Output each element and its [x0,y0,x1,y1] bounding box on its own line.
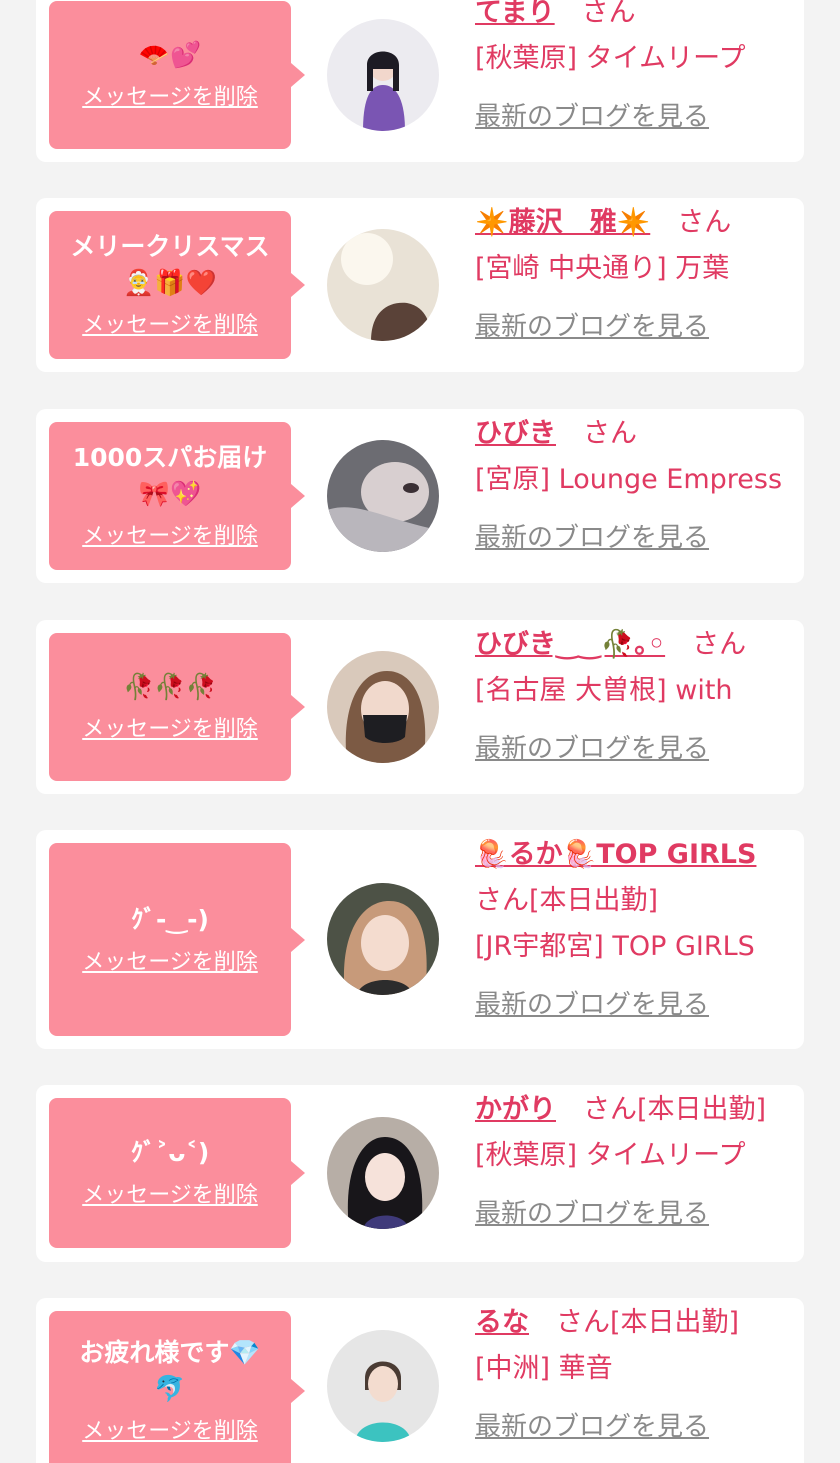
blog-link[interactable]: 最新のブログを見る [475,304,709,350]
shop-name: [宮原] Lounge Empress [475,464,783,495]
cast-avatar[interactable] [327,19,439,131]
cast-avatar[interactable] [327,1330,439,1442]
avatar-photo-icon [327,19,439,131]
status-label: [本日出勤] [529,885,659,916]
cast-name-link[interactable]: るな [475,1307,529,1338]
cast-avatar[interactable] [327,229,439,341]
honorific: さん [475,885,529,916]
cast-name-link[interactable]: ひびき‿‿🥀｡◦ [475,629,665,660]
honorific: さん [583,418,637,449]
cast-avatar[interactable] [327,1117,439,1229]
cast-card: ｸﾞ˃ᴗ˂) メッセージを削除 かがり さん[本日出勤] [秋葉原] タイムリー… [36,1085,804,1262]
blog-link[interactable]: 最新のブログを見る [475,94,709,140]
message-bubble: ｸﾞ˃ᴗ˂) メッセージを削除 [49,1098,305,1248]
message-bubble: お疲れ様です💎 🐬 メッセージを削除 [49,1311,305,1463]
message-text: 🪭💕 [138,40,202,69]
blog-link[interactable]: 最新のブログを見る [475,515,709,561]
cast-info: てまり さん [秋葉原] タイムリープ 最新のブログを見る [475,0,786,140]
cast-card: 1000スパお届け 🎀💖 メッセージを削除 ひびき さん [宮原] Lounge… [36,409,804,583]
delete-message-link[interactable]: メッセージを削除 [82,311,258,341]
shop-name: [名古屋 大曽根] with [475,675,733,706]
cast-avatar[interactable] [327,883,439,995]
favorites-list: 🪭💕 メッセージを削除 てまり さん [秋葉原] タイムリープ 最新のブログを見… [0,0,840,1463]
shop-name: [JR宇都宮] TOP GIRLS [475,931,755,962]
avatar-photo-icon [327,1330,439,1442]
shop-name: [中洲] 華音 [475,1353,613,1384]
honorific: さん [556,1307,610,1338]
honorific: さん [692,629,747,660]
cast-name-link[interactable]: ✴️藤沢 雅✴️ [475,207,650,238]
cast-info: かがり さん[本日出勤] [秋葉原] タイムリープ 最新のブログを見る [475,1087,786,1237]
cast-avatar[interactable] [327,440,439,552]
cast-card: メリークリスマス 🤶🎁❤️ メッセージを削除 ✴️藤沢 雅✴️ さん [宮崎 中… [36,198,804,372]
message-bubble: 1000スパお届け 🎀💖 メッセージを削除 [49,422,305,570]
delete-message-link[interactable]: メッセージを削除 [82,1417,258,1447]
message-bubble: メリークリスマス 🤶🎁❤️ メッセージを削除 [49,211,305,359]
message-bubble: ｸﾞ-‿-) メッセージを削除 [49,843,305,1036]
message-bubble: 🪭💕 メッセージを削除 [49,1,305,149]
cast-avatar[interactable] [327,651,439,763]
message-text: 1000スパお届け 🎀💖 [72,443,268,508]
cast-name-link[interactable]: ひびき [475,418,556,449]
blog-link[interactable]: 最新のブログを見る [475,726,709,772]
message-text: ｸﾞ-‿-) [131,904,209,934]
message-text: 🥀🥀🥀 [123,672,217,701]
cast-info: ひびき‿‿🥀｡◦ さん [名古屋 大曽根] with 最新のブログを見る [475,622,786,772]
avatar-photo-icon [327,440,439,552]
cast-card: お疲れ様です💎 🐬 メッセージを削除 るな さん[本日出勤] [中洲] 華音 最… [36,1298,804,1463]
honorific: さん [677,207,732,238]
delete-message-link[interactable]: メッセージを削除 [82,715,258,745]
cast-info: ✴️藤沢 雅✴️ さん [宮崎 中央通り] 万葉 最新のブログを見る [475,200,786,350]
delete-message-link[interactable]: メッセージを削除 [82,1181,258,1211]
cast-name-link[interactable]: かがり [475,1094,556,1125]
shop-name: [秋葉原] タイムリープ [475,43,746,74]
message-bubble: 🥀🥀🥀 メッセージを削除 [49,633,305,781]
cast-name-link[interactable]: てまり [475,0,555,28]
cast-info: 🪼るか🪼TOP GIRLS さん[本日出勤] [JR宇都宮] TOP GIRLS… [475,832,786,1028]
delete-message-link[interactable]: メッセージを削除 [82,83,258,113]
shop-name: [宮崎 中央通り] 万葉 [475,253,730,284]
avatar-photo-icon [327,229,439,341]
message-text: ｸﾞ˃ᴗ˂) [130,1138,210,1167]
avatar-photo-icon [327,651,439,763]
shop-name: [秋葉原] タイムリープ [475,1140,746,1171]
honorific: さん [583,1094,637,1125]
avatar-photo-icon [327,883,439,995]
cast-info: るな さん[本日出勤] [中洲] 華音 最新のブログを見る [475,1300,786,1450]
message-text: メリークリスマス 🤶🎁❤️ [70,232,270,297]
avatar-photo-icon [327,1117,439,1229]
blog-link[interactable]: 最新のブログを見る [475,1191,709,1237]
status-label: [本日出勤] [637,1094,767,1125]
cast-card: 🥀🥀🥀 メッセージを削除 ひびき‿‿🥀｡◦ さん [名古屋 大曽根] with … [36,620,804,794]
cast-name-link[interactable]: 🪼るか🪼TOP GIRLS [475,839,756,870]
delete-message-link[interactable]: メッセージを削除 [82,522,258,552]
cast-info: ひびき さん [宮原] Lounge Empress 最新のブログを見る [475,411,786,561]
message-text: お疲れ様です💎 🐬 [79,1338,261,1403]
cast-card: ｸﾞ-‿-) メッセージを削除 🪼るか🪼TOP GIRLS さん[本日出勤] [… [36,830,804,1049]
blog-link[interactable]: 最新のブログを見る [475,982,709,1028]
honorific: さん [581,0,636,28]
status-label: [本日出勤] [610,1307,740,1338]
delete-message-link[interactable]: メッセージを削除 [82,948,258,978]
cast-card: 🪭💕 メッセージを削除 てまり さん [秋葉原] タイムリープ 最新のブログを見… [36,0,804,162]
blog-link[interactable]: 最新のブログを見る [475,1404,709,1450]
